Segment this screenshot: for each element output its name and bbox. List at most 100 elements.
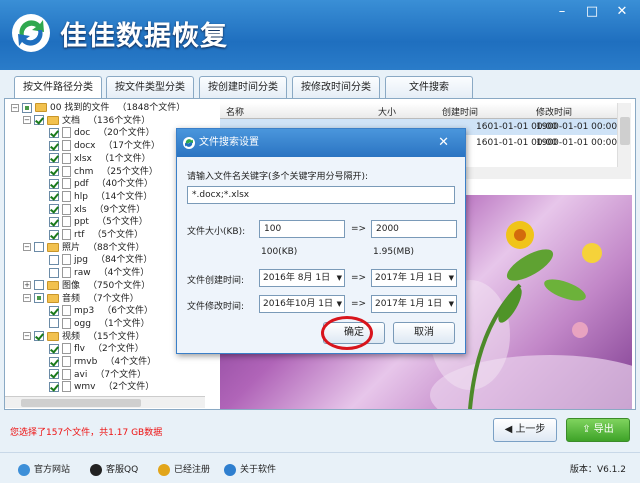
- ok-button[interactable]: 确定: [323, 322, 385, 344]
- tab-by-type[interactable]: 按文件类型分类: [106, 76, 194, 100]
- size-max-input[interactable]: 2000: [371, 220, 457, 238]
- keyword-input[interactable]: *.docx;*.xlsx: [187, 186, 455, 204]
- tree-checkbox[interactable]: [34, 280, 44, 291]
- file-icon: [62, 254, 71, 266]
- file-icon: [62, 317, 71, 329]
- tree-item[interactable]: docx （17个文件）: [49, 140, 160, 152]
- export-label: 导出: [593, 424, 614, 435]
- tree-item-label: ogg: [74, 318, 91, 329]
- scrollbar-thumb[interactable]: [620, 117, 630, 145]
- tree-item-count: （2个文件）: [103, 382, 155, 393]
- tree-item[interactable]: − 文档 （136个文件）: [23, 115, 150, 127]
- official-site-link[interactable]: 官方网站: [18, 462, 70, 476]
- size-min-input[interactable]: 100: [259, 220, 345, 238]
- tree-item[interactable]: ppt （5个文件）: [49, 216, 148, 228]
- tree-expander-icon[interactable]: −: [23, 294, 31, 302]
- close-button[interactable]: ✕: [608, 2, 636, 22]
- tree-checkbox[interactable]: [49, 153, 59, 164]
- export-button[interactable]: ⇪ 导出: [566, 418, 630, 442]
- tree-item[interactable]: doc （20个文件）: [49, 127, 155, 139]
- column-modified[interactable]: 修改时间: [536, 105, 572, 118]
- tree-item-count: （4个文件）: [105, 357, 157, 367]
- tree-item-count: （88个文件）: [88, 242, 145, 253]
- row-modified: 1900-01-01 00:00: [536, 122, 618, 132]
- tree-checkbox[interactable]: [49, 305, 59, 316]
- tree-item[interactable]: jpg （84个文件）: [49, 254, 152, 266]
- tab-by-modified[interactable]: 按修改时间分类: [292, 76, 380, 100]
- tree-expander-icon[interactable]: −: [11, 103, 19, 112]
- tree-checkbox[interactable]: [49, 318, 59, 329]
- tree-item[interactable]: mp3 （6个文件）: [49, 305, 153, 317]
- tree-item[interactable]: avi （7个文件）: [49, 368, 146, 381]
- tree-checkbox[interactable]: [49, 178, 59, 189]
- tree-item-count: （84个文件）: [95, 255, 153, 266]
- ctime-to-select[interactable]: 2017年 1月 1日 ▼: [371, 269, 457, 287]
- version-info: 版本：V6.1.2: [570, 462, 626, 475]
- tree-item[interactable]: raw （4个文件）: [49, 267, 149, 279]
- file-list-vertical-scrollbar[interactable]: [617, 103, 631, 167]
- registered-link[interactable]: 已经注册: [158, 462, 210, 476]
- ctime-from-select[interactable]: 2016年 8月 1日 ▼: [259, 269, 345, 287]
- about-link[interactable]: 关于软件: [224, 462, 276, 476]
- tree-checkbox[interactable]: [49, 254, 59, 265]
- tree-item[interactable]: − 音频 （7个文件）: [23, 293, 139, 305]
- tree-item[interactable]: + 图像 （750个文件）: [23, 280, 150, 292]
- maximize-button[interactable]: □: [578, 2, 606, 22]
- tree-checkbox[interactable]: [49, 343, 59, 354]
- tree-checkbox[interactable]: [49, 204, 59, 215]
- tree-checkbox[interactable]: [34, 331, 44, 342]
- tree-item[interactable]: − 00 找到的文件 （1848个文件）: [11, 102, 185, 114]
- mtime-from-select[interactable]: 2016年10月 1日 ▼: [259, 295, 345, 313]
- tab-file-search[interactable]: 文件搜索: [385, 76, 473, 100]
- app-logo-icon: [183, 137, 195, 149]
- tree-item[interactable]: − 照片 （88个文件）: [23, 242, 144, 254]
- tree-checkbox[interactable]: [49, 356, 59, 367]
- column-name[interactable]: 名称: [226, 105, 244, 118]
- tree-item[interactable]: ogg （1个文件）: [49, 317, 150, 330]
- tree-expander-icon[interactable]: −: [23, 332, 31, 341]
- tree-checkbox[interactable]: [49, 369, 59, 380]
- tab-by-created[interactable]: 按创建时间分类: [199, 76, 287, 100]
- file-icon: [62, 381, 71, 393]
- tree-checkbox[interactable]: [49, 216, 59, 227]
- chevron-down-icon: ▼: [336, 300, 342, 308]
- tree-item[interactable]: rtf （5个文件）: [49, 229, 143, 241]
- tree-expander-icon[interactable]: −: [23, 243, 31, 252]
- tree-checkbox[interactable]: [34, 242, 44, 253]
- minimize-button[interactable]: –: [548, 2, 576, 22]
- tree-horizontal-scrollbar[interactable]: [5, 396, 205, 408]
- tree-item[interactable]: wmv （2个文件）: [49, 381, 154, 393]
- tree-checkbox[interactable]: [34, 115, 44, 126]
- tree-checkbox[interactable]: [49, 267, 59, 278]
- tree-checkbox[interactable]: [49, 381, 59, 392]
- tree-item[interactable]: hlp （14个文件）: [49, 190, 153, 203]
- tree-expander-icon[interactable]: −: [23, 116, 31, 125]
- key-icon: [158, 463, 170, 476]
- column-size[interactable]: 大小: [378, 105, 396, 118]
- tree-checkbox[interactable]: [22, 102, 32, 113]
- previous-step-button[interactable]: ◀ 上一步: [493, 418, 557, 442]
- tree-item[interactable]: xls （9个文件）: [49, 203, 145, 216]
- tree-expander-icon[interactable]: +: [23, 281, 31, 290]
- scrollbar-thumb[interactable]: [21, 399, 141, 407]
- tree-item-count: （14个文件）: [95, 191, 153, 202]
- dialog-close-icon[interactable]: ✕: [438, 129, 449, 157]
- file-icon: [62, 368, 71, 380]
- tree-checkbox[interactable]: [49, 191, 59, 202]
- tree-checkbox[interactable]: [49, 166, 59, 176]
- tree-checkbox[interactable]: [49, 140, 59, 151]
- tree-item[interactable]: − 视频 （15个文件）: [23, 331, 144, 343]
- mtime-to-select[interactable]: 2017年 1月 1日 ▼: [371, 295, 457, 313]
- column-created[interactable]: 创建时间: [442, 105, 478, 118]
- tree-item[interactable]: pdf （40个文件）: [49, 178, 153, 190]
- tree-item[interactable]: rmvb （4个文件）: [49, 356, 156, 368]
- tree-checkbox[interactable]: [49, 127, 59, 138]
- tree-item[interactable]: flv （2个文件）: [49, 343, 144, 355]
- tree-item-count: （1848个文件）: [117, 103, 186, 113]
- tree-checkbox[interactable]: [34, 293, 44, 303]
- support-qq-link[interactable]: 客服QQ: [90, 462, 138, 476]
- tree-item[interactable]: chm （25个文件）: [49, 165, 158, 178]
- cancel-button[interactable]: 取消: [393, 322, 455, 344]
- tree-checkbox[interactable]: [49, 229, 59, 240]
- tree-item[interactable]: xlsx （1个文件）: [49, 152, 151, 165]
